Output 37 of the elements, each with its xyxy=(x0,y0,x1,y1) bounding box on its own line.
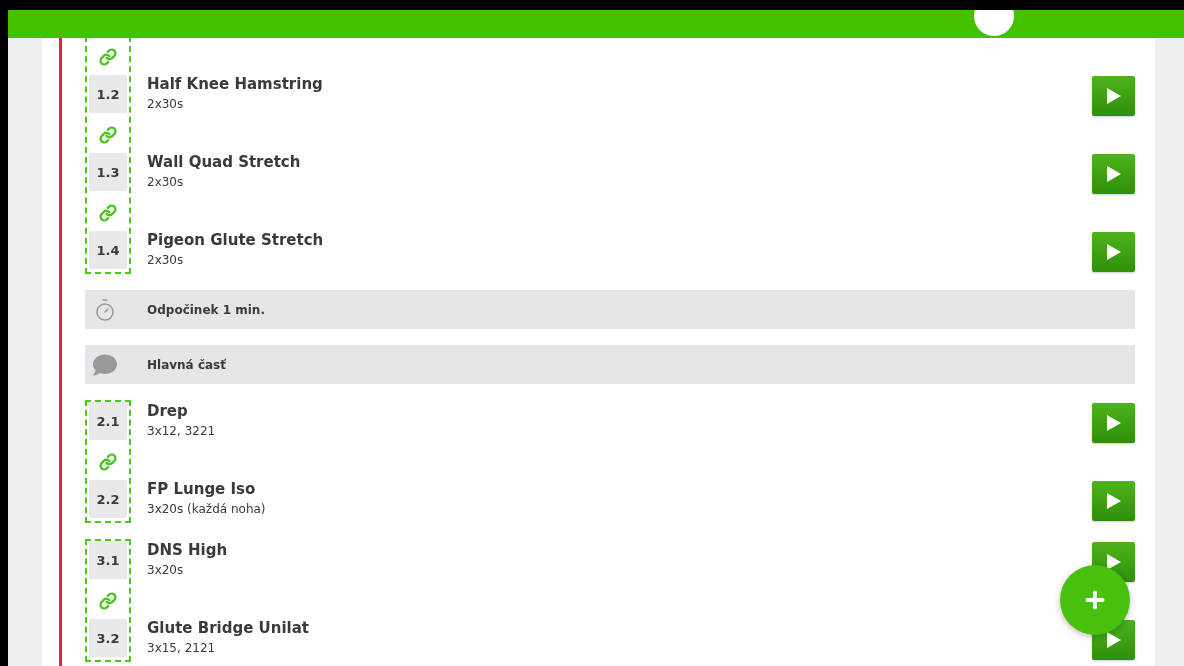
rest-label: Odpočinek 1 min. xyxy=(147,302,265,317)
exercise-sets: 3x15, 2121 xyxy=(147,641,217,655)
exercise-name: FP Lunge Iso xyxy=(147,480,257,498)
stopwatch-icon xyxy=(93,297,117,322)
exercise-sets: 3x12, 3221 xyxy=(147,424,217,438)
play-icon xyxy=(1106,493,1121,509)
note-label: Hlavná časť xyxy=(147,357,226,372)
exercise-sets: 2x30s xyxy=(147,175,185,189)
play-button[interactable] xyxy=(1092,403,1135,443)
play-icon xyxy=(1106,88,1121,104)
play-button[interactable] xyxy=(1092,154,1135,194)
exercise-name: Wall Quad Stretch xyxy=(147,153,302,171)
exercise-name: Pigeon Glute Stretch xyxy=(147,231,325,249)
exercise-sets: 3x20s xyxy=(147,563,185,577)
exercise-sets: 3x20s (každá noha) xyxy=(147,502,267,516)
play-icon xyxy=(1106,554,1121,570)
play-button[interactable] xyxy=(1092,76,1135,116)
exercise-name: Drep xyxy=(147,402,189,420)
exercise-number: 2.1 xyxy=(89,402,127,440)
exercise-name: Half Knee Hamstring xyxy=(147,75,324,93)
play-button[interactable] xyxy=(1092,232,1135,272)
comment-icon xyxy=(93,352,117,377)
exercise-number: 1.4 xyxy=(89,231,127,269)
play-icon xyxy=(1106,166,1121,182)
exercise-name: Glute Bridge Unilat xyxy=(147,619,310,637)
exercise-number: 3.1 xyxy=(89,541,127,579)
exercise-number: 1.3 xyxy=(89,153,127,191)
exercise-sets: 2x30s xyxy=(147,253,185,267)
exercise-number: 1.2 xyxy=(89,75,127,113)
play-icon xyxy=(1106,632,1121,648)
exercise-number: 2.2 xyxy=(89,480,127,518)
play-button[interactable] xyxy=(1092,481,1135,521)
play-icon xyxy=(1106,415,1121,431)
exercise-sets: 2x30s xyxy=(147,97,185,111)
exercise-name: DNS High xyxy=(147,541,229,559)
play-icon xyxy=(1106,244,1121,260)
exercise-number: 3.2 xyxy=(89,619,127,657)
